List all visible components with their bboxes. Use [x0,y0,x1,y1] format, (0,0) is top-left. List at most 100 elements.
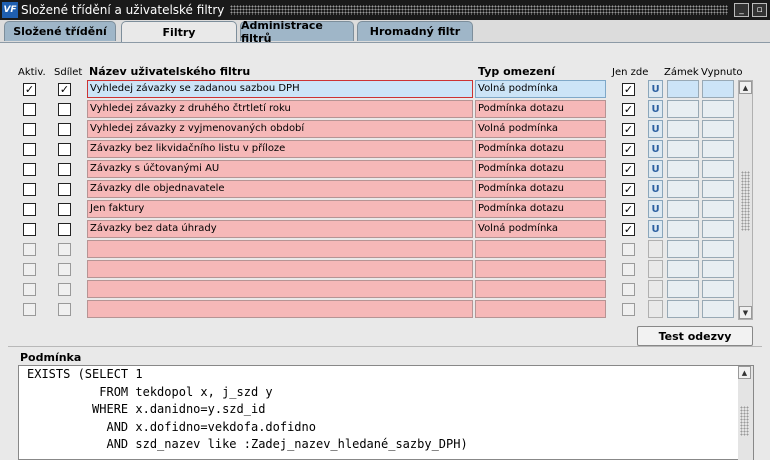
here-only-checkbox[interactable]: ✓ [622,143,635,156]
active-checkbox[interactable]: ✓ [23,83,36,96]
user-button[interactable] [648,300,663,318]
here-only-checkbox[interactable] [622,263,635,276]
user-button[interactable]: U [648,180,663,198]
here-only-checkbox[interactable]: ✓ [622,103,635,116]
maximize-button[interactable]: ▫ [752,3,767,17]
user-button[interactable]: U [648,100,663,118]
active-checkbox[interactable] [23,223,36,236]
active-checkbox[interactable] [23,303,36,316]
filter-name-field[interactable]: Vyhledej závazky z druhého čtrtletí roku [87,100,473,118]
filter-name-field[interactable]: Závazky bez data úhrady [87,220,473,238]
active-checkbox[interactable] [23,283,36,296]
lock-field[interactable] [667,200,699,218]
user-button[interactable] [648,240,663,258]
off-field[interactable] [702,160,734,178]
lock-field[interactable] [667,240,699,258]
active-checkbox[interactable] [23,263,36,276]
share-checkbox[interactable] [58,243,71,256]
share-checkbox[interactable]: ✓ [58,83,71,96]
lock-field[interactable] [667,180,699,198]
tab-hromadny-filtr[interactable]: Hromadný filtr [357,21,473,41]
here-only-checkbox[interactable]: ✓ [622,223,635,236]
filter-name-field[interactable]: Závazky dle objednavatele [87,180,473,198]
share-checkbox[interactable] [58,283,71,296]
tab-administrace-filtru[interactable]: Administrace filtrů [240,19,354,45]
share-checkbox[interactable] [58,123,71,136]
off-field[interactable] [702,240,734,258]
up-arrow-icon[interactable]: ▲ [738,366,751,379]
lock-field[interactable] [667,280,699,298]
tab-filtry[interactable]: Filtry [121,21,237,43]
user-button[interactable]: U [648,120,663,138]
here-only-checkbox[interactable]: ✓ [622,183,635,196]
active-checkbox[interactable] [23,103,36,116]
minimize-button[interactable]: _ [734,3,749,17]
condition-scrollbar[interactable]: ▲ [738,366,753,460]
off-field[interactable] [702,80,734,98]
restriction-type-field[interactable] [475,260,606,278]
share-checkbox[interactable] [58,103,71,116]
user-button[interactable]: U [648,220,663,238]
test-response-button[interactable]: Test odezvy [637,326,753,346]
active-checkbox[interactable] [23,123,36,136]
user-button[interactable] [648,280,663,298]
down-arrow-icon[interactable]: ▼ [739,306,752,319]
title-bar-grip[interactable] [230,5,728,15]
active-checkbox[interactable] [23,183,36,196]
active-checkbox[interactable] [23,243,36,256]
restriction-type-field[interactable] [475,280,606,298]
active-checkbox[interactable] [23,203,36,216]
filter-name-field[interactable] [87,240,473,258]
off-field[interactable] [702,300,734,318]
condition-editor[interactable]: EXISTS (SELECT 1 FROM tekdopol x, j_szd … [18,365,754,460]
off-field[interactable] [702,260,734,278]
up-arrow-icon[interactable]: ▲ [739,81,752,94]
lock-field[interactable] [667,80,699,98]
restriction-type-field[interactable]: Podmínka dotazu [475,140,606,158]
here-only-checkbox[interactable]: ✓ [622,123,635,136]
active-checkbox[interactable] [23,163,36,176]
user-button[interactable]: U [648,140,663,158]
filter-name-field[interactable] [87,300,473,318]
share-checkbox[interactable] [58,303,71,316]
share-checkbox[interactable] [58,183,71,196]
user-button[interactable]: U [648,80,663,98]
off-field[interactable] [702,280,734,298]
restriction-type-field[interactable] [475,300,606,318]
off-field[interactable] [702,180,734,198]
lock-field[interactable] [667,260,699,278]
filter-name-field[interactable]: Jen faktury [87,200,473,218]
filter-name-field[interactable] [87,260,473,278]
restriction-type-field[interactable]: Volná podmínka [475,220,606,238]
user-button[interactable] [648,260,663,278]
restriction-type-field[interactable]: Volná podmínka [475,80,606,98]
restriction-type-field[interactable]: Podmínka dotazu [475,100,606,118]
active-checkbox[interactable] [23,143,36,156]
share-checkbox[interactable] [58,203,71,216]
user-button[interactable]: U [648,160,663,178]
lock-field[interactable] [667,160,699,178]
grid-scrollbar[interactable]: ▲ ▼ [738,80,753,320]
share-checkbox[interactable] [58,163,71,176]
here-only-checkbox[interactable] [622,283,635,296]
share-checkbox[interactable] [58,143,71,156]
lock-field[interactable] [667,100,699,118]
here-only-checkbox[interactable] [622,303,635,316]
user-button[interactable]: U [648,200,663,218]
share-checkbox[interactable] [58,263,71,276]
filter-name-field[interactable]: Závazky s účtovanými AU [87,160,473,178]
scrollbar-grip[interactable] [740,406,749,436]
filter-name-field[interactable]: Závazky bez likvidačního listu v příloze [87,140,473,158]
restriction-type-field[interactable]: Volná podmínka [475,120,606,138]
scrollbar-grip[interactable] [741,171,750,231]
restriction-type-field[interactable] [475,240,606,258]
lock-field[interactable] [667,120,699,138]
lock-field[interactable] [667,220,699,238]
here-only-checkbox[interactable] [622,243,635,256]
restriction-type-field[interactable]: Podmínka dotazu [475,200,606,218]
filter-name-field[interactable]: Vyhledej závazky z vyjmenovaných období [87,120,473,138]
filter-name-field[interactable] [87,280,473,298]
tab-slozene-trideni[interactable]: Složené třídění [4,21,116,41]
restriction-type-field[interactable]: Podmínka dotazu [475,160,606,178]
here-only-checkbox[interactable]: ✓ [622,83,635,96]
